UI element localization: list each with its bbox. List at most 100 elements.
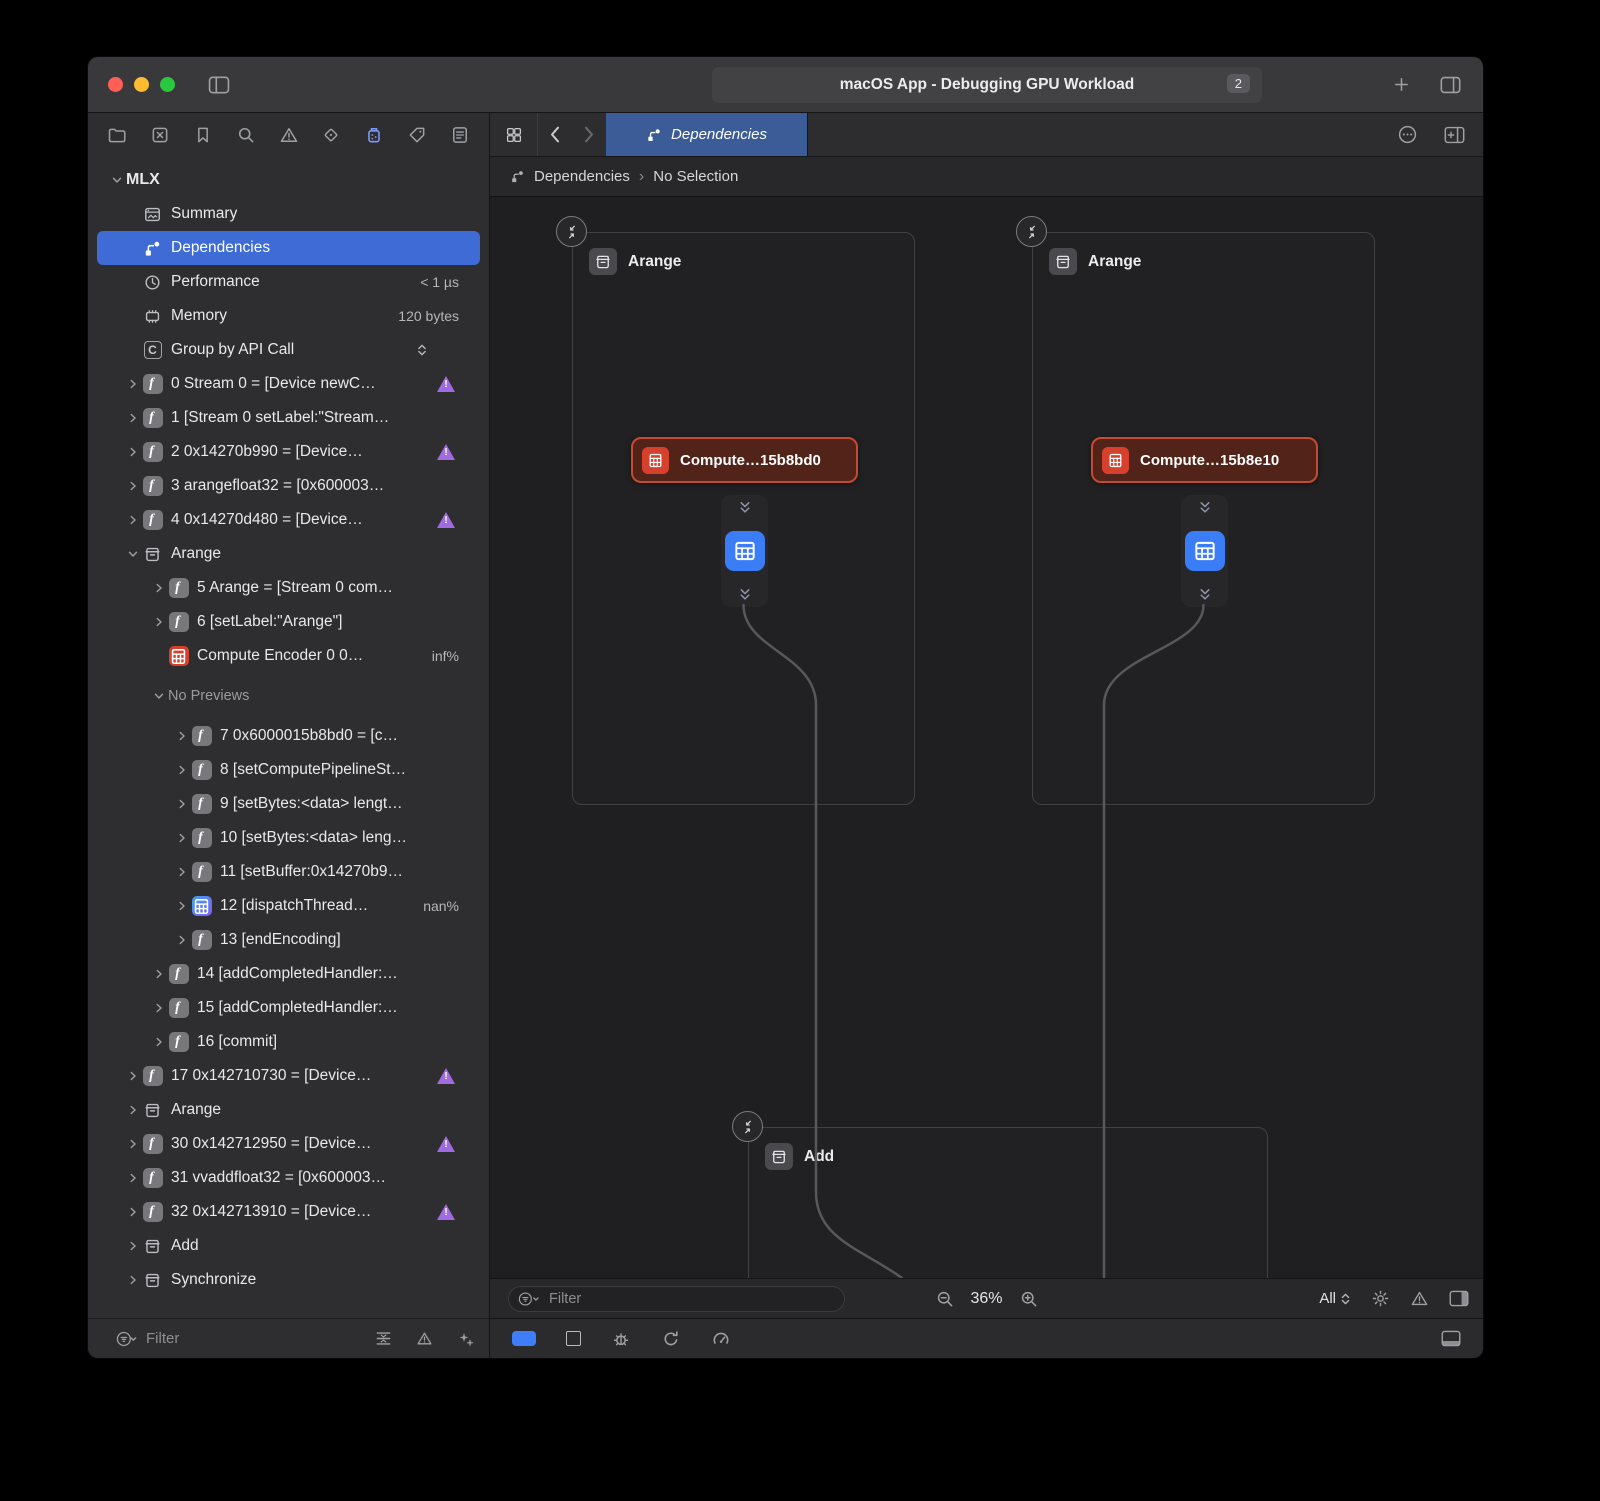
double-chevron-down-icon[interactable] [737, 587, 753, 602]
disclosure-chevron-icon[interactable] [123, 1138, 142, 1150]
disclosure-chevron-icon[interactable] [172, 866, 191, 878]
tree-row[interactable]: f 1 [Stream 0 setLabel:"Stream… [97, 401, 480, 435]
tag-icon[interactable] [405, 125, 429, 145]
tree-row[interactable]: f 5 Arange = [Stream 0 com… [97, 571, 480, 605]
back-chevron-icon[interactable] [538, 113, 572, 156]
add-editor-icon[interactable] [1444, 126, 1465, 144]
pipeline-resource-2[interactable] [1181, 495, 1228, 607]
tree-row[interactable]: f 13 [endEncoding] [97, 923, 480, 957]
tree-row[interactable]: f 3 arangefloat32 = [0x600003… [97, 469, 480, 503]
report-list-icon[interactable] [448, 125, 472, 145]
compute-encoder-node-2[interactable]: Compute…15b8e10 [1091, 437, 1318, 483]
disclosure-chevron-icon[interactable] [172, 832, 191, 844]
runtime-issue-icon[interactable]: ! [437, 1204, 455, 1220]
tree-row[interactable]: Arange [97, 1093, 480, 1127]
editor-layout-grid-icon[interactable] [490, 113, 538, 156]
more-options-icon[interactable] [1397, 124, 1418, 145]
disclosure-chevron-icon[interactable] [149, 616, 168, 628]
disclosure-chevron-icon[interactable] [149, 968, 168, 980]
tree-row[interactable]: f 14 [addCompletedHandler:… [97, 957, 480, 991]
double-chevron-down-icon[interactable] [1197, 587, 1213, 602]
graph-group-arange-2[interactable]: Arange Compute…15b8e10 [1032, 232, 1375, 805]
compute-encoder-node-1[interactable]: Compute…15b8bd0 [631, 437, 858, 483]
runtime-issue-icon[interactable]: ! [437, 1136, 455, 1152]
bug-icon[interactable] [611, 1329, 631, 1349]
gear-icon[interactable] [1371, 1289, 1390, 1308]
breadcrumb-selection[interactable]: No Selection [653, 168, 738, 185]
close-box-icon[interactable] [148, 125, 172, 145]
tree-row[interactable]: f 31 vvaddfloat32 = [0x600003… [97, 1161, 480, 1195]
disclosure-chevron-icon[interactable] [123, 1104, 142, 1116]
disclosure-chevron-icon[interactable] [123, 1172, 142, 1184]
runtime-issue-icon[interactable]: ! [437, 376, 455, 392]
issues-warning-icon[interactable] [1410, 1289, 1429, 1308]
tree-row[interactable]: Performance < 1 µs [97, 265, 480, 299]
disclosure-chevron-icon[interactable] [123, 548, 142, 560]
shape-mode-icon[interactable] [566, 1331, 581, 1346]
flatten-list-icon[interactable] [374, 1330, 393, 1347]
tree-row[interactable]: Add [97, 1229, 480, 1263]
disclosure-chevron-icon[interactable] [172, 934, 191, 946]
performance-gauge-icon[interactable] [711, 1329, 731, 1349]
collapse-group-icon[interactable] [1016, 216, 1047, 247]
buffer-table-icon[interactable] [1185, 531, 1225, 571]
disclosure-chevron-icon[interactable] [149, 1002, 168, 1014]
disclosure-chevron-icon[interactable] [149, 582, 168, 594]
test-diamond-icon[interactable] [319, 125, 343, 145]
forward-chevron-icon[interactable] [572, 113, 606, 156]
tree-row[interactable]: f 4 0x14270d480 = [Device… ! [97, 503, 480, 537]
disclosure-chevron-icon[interactable] [172, 900, 191, 912]
zoom-out-icon[interactable] [934, 1289, 954, 1309]
folder-icon[interactable] [105, 125, 129, 145]
disclosure-chevron-icon[interactable] [123, 1206, 142, 1218]
disclosure-chevron-icon[interactable] [172, 730, 191, 742]
zoom-in-icon[interactable] [1019, 1289, 1039, 1309]
sidebar-filter-input[interactable]: Filter [146, 1330, 179, 1347]
sidebar-toggle-icon[interactable] [208, 76, 230, 94]
zoom-window-button[interactable] [160, 77, 175, 92]
tree-row[interactable]: f 7 0x6000015b8bd0 = [c… [97, 719, 480, 753]
tree-row[interactable]: Summary [97, 197, 480, 231]
disclosure-chevron-icon[interactable] [172, 764, 191, 776]
disclosure-chevron-icon[interactable] [149, 1036, 168, 1048]
disclosure-chevron-icon[interactable] [123, 446, 142, 458]
filter-menu-icon[interactable] [116, 1330, 138, 1348]
tree-row[interactable]: No Previews [97, 673, 480, 719]
tree-row[interactable]: 12 [dispatchThread… nan% [97, 889, 480, 923]
close-window-button[interactable] [108, 77, 123, 92]
filter-warning-icon[interactable] [415, 1330, 434, 1347]
tree-row[interactable]: MLX [97, 163, 480, 197]
breadcrumb-section[interactable]: Dependencies [534, 168, 630, 185]
sparkle-fix-icon[interactable] [456, 1330, 475, 1348]
tree-row[interactable]: f 16 [commit] [97, 1025, 480, 1059]
refresh-icon[interactable] [661, 1329, 681, 1349]
tree-row[interactable]: Dependencies [97, 231, 480, 265]
tree-row[interactable]: f 30 0x142712950 = [Device… ! [97, 1127, 480, 1161]
tab-overview-icon[interactable] [1440, 76, 1461, 94]
inspector-panel-icon[interactable] [1449, 1290, 1469, 1307]
minimize-window-button[interactable] [134, 77, 149, 92]
detail-scope-select[interactable]: All [1319, 1290, 1351, 1307]
disclosure-chevron-icon[interactable] [172, 798, 191, 810]
tree-row[interactable]: C Group by API Call [97, 333, 480, 367]
dependency-graph-canvas[interactable]: Arange Compute…15b8bd0 [490, 197, 1483, 1278]
tree-row[interactable]: f 0 Stream 0 = [Device newC… ! [97, 367, 480, 401]
tree-row[interactable]: f 2 0x14270b990 = [Device… ! [97, 435, 480, 469]
disclosure-chevron-icon[interactable] [123, 412, 142, 424]
tree-row[interactable]: f 8 [setComputePipelineSt… [97, 753, 480, 787]
issues-warning-icon[interactable] [277, 125, 301, 145]
disclosure-chevron-icon[interactable] [123, 1240, 142, 1252]
disclosure-chevron-icon[interactable] [123, 1274, 142, 1286]
pipeline-resource-1[interactable] [721, 495, 768, 607]
tree-row[interactable]: Synchronize [97, 1263, 480, 1297]
bookmark-icon[interactable] [191, 125, 215, 145]
tree-row[interactable]: f 15 [addCompletedHandler:… [97, 991, 480, 1025]
double-chevron-down-icon[interactable] [1197, 500, 1213, 515]
runtime-issue-icon[interactable]: ! [437, 444, 455, 460]
tree-row[interactable]: Compute Encoder 0 0… inf% [97, 639, 480, 673]
tree-row[interactable]: Arange [97, 537, 480, 571]
tree-row[interactable]: f 17 0x142710730 = [Device… ! [97, 1059, 480, 1093]
add-tab-icon[interactable] [1393, 76, 1410, 93]
console-panel-icon[interactable] [1441, 1330, 1461, 1347]
search-icon[interactable] [234, 125, 258, 145]
